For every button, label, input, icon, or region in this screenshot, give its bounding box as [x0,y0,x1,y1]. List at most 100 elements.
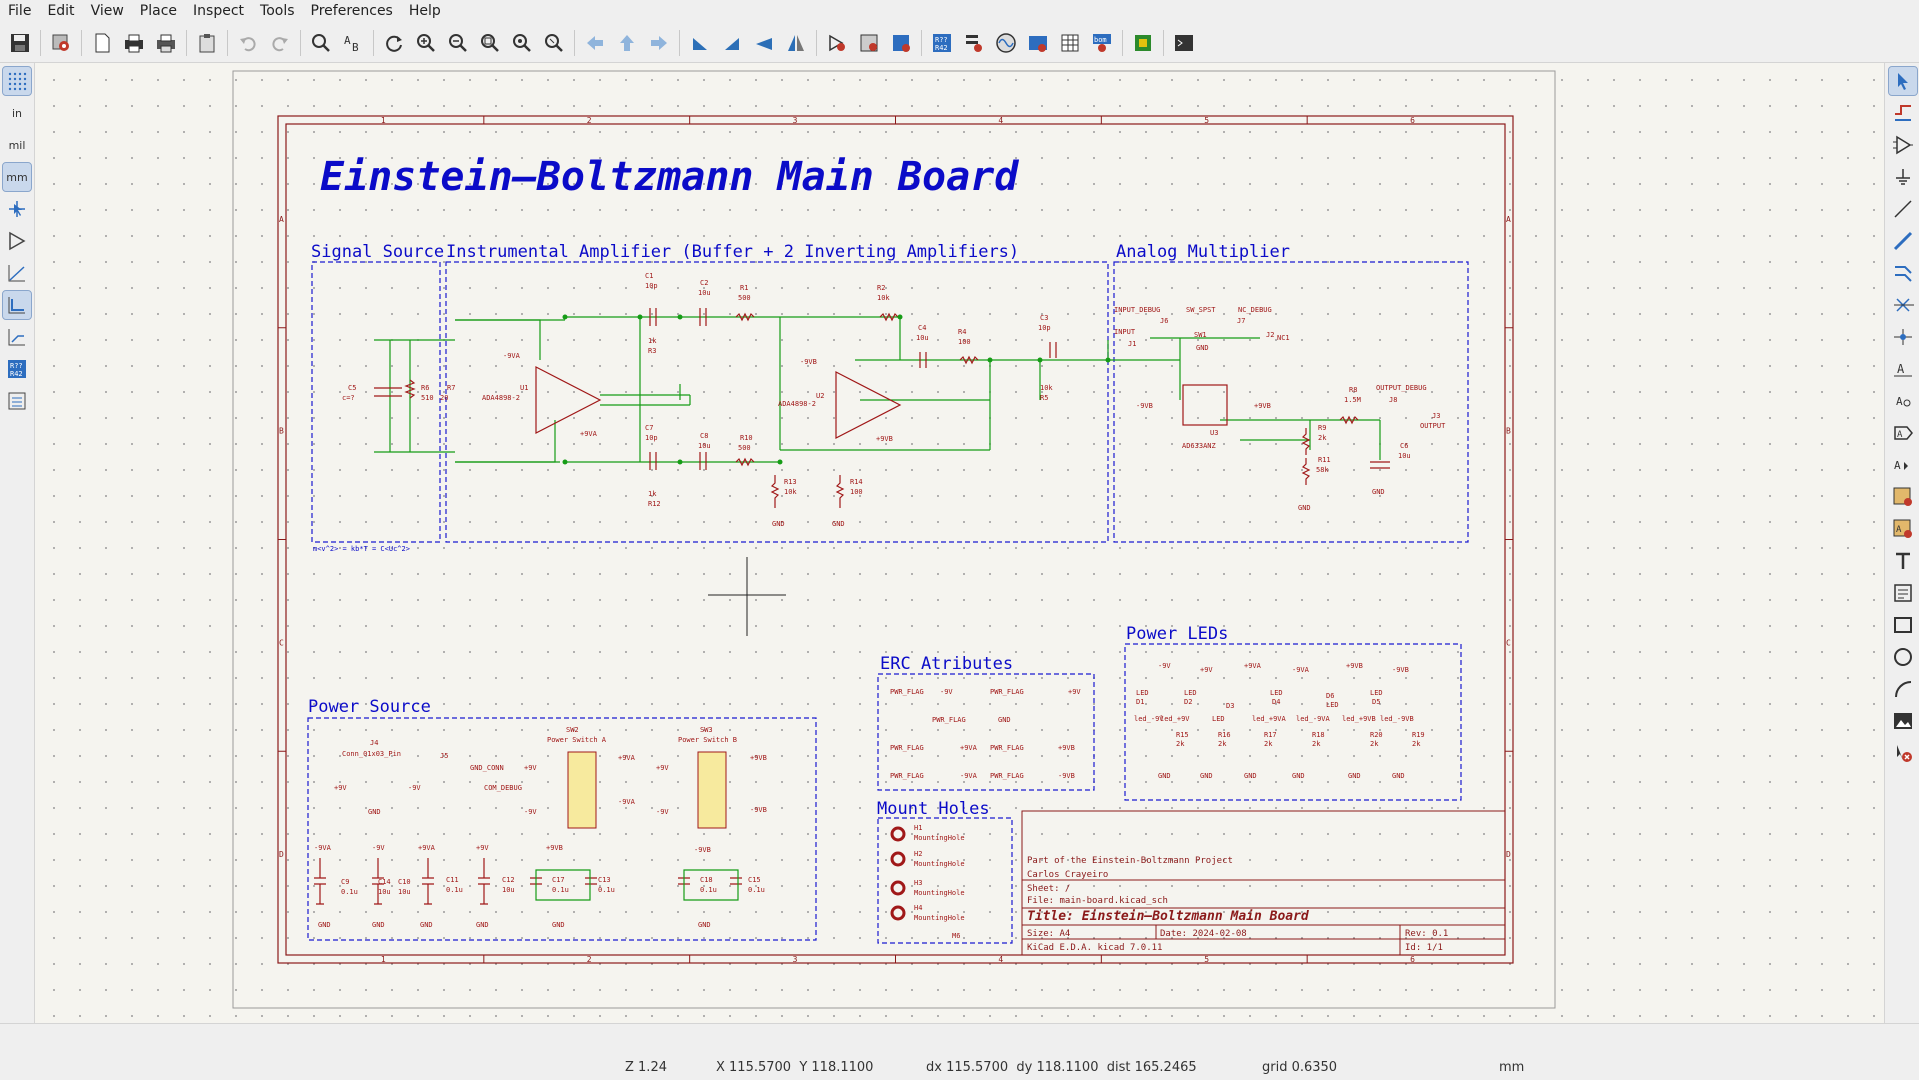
circle-icon[interactable] [1889,643,1917,671]
schematic-setup-icon[interactable] [47,29,75,57]
add-wire-icon[interactable] [1889,195,1917,223]
netlist-icon[interactable] [1024,29,1052,57]
svg-text:+9VB: +9VB [876,435,893,443]
plot-icon[interactable] [152,29,180,57]
find-replace-icon[interactable]: AB [339,29,367,57]
erc-flags: PWR_FLAG -9V PWR_FLAG +9V PWR_FLAG GND PWR_… [890,688,1081,780]
zoom-selection-icon[interactable] [540,29,568,57]
menu-place[interactable]: Place [132,0,185,23]
page-settings-icon[interactable] [88,29,116,57]
footprint-assign-icon[interactable] [887,29,915,57]
annotate-toggle-icon[interactable]: R?? R42 [3,355,31,383]
arc-icon[interactable] [1889,675,1917,703]
simulator-icon[interactable] [992,29,1020,57]
svg-text:led_-9VB: led_-9VB [1380,715,1414,723]
add-text-icon[interactable] [1889,547,1917,575]
erc-icon[interactable] [960,29,988,57]
pcb-editor-icon[interactable] [1129,29,1157,57]
svg-text:-9V: -9V [940,688,953,696]
sheet-symbol-icon[interactable]: A [1889,515,1917,543]
grid-icon[interactable] [2,66,32,96]
units-mm-button[interactable]: mm [2,162,32,192]
redo-icon[interactable] [266,29,294,57]
svg-text:-9VA: -9VA [503,352,521,360]
navigate-forward-icon[interactable] [645,29,673,57]
svg-text:R3: R3 [648,347,656,355]
svg-text:C7: C7 [645,424,653,432]
menu-edit[interactable]: Edit [39,0,82,23]
print-icon[interactable] [120,29,148,57]
paste-icon[interactable] [193,29,221,57]
zoom-out-icon[interactable] [444,29,472,57]
svg-text:+9VB: +9VB [1254,402,1271,410]
bom-generate-icon[interactable]: bom [1088,29,1116,57]
zoom-in-icon[interactable] [412,29,440,57]
add-bus-icon[interactable] [1889,227,1917,255]
navigate-back-icon[interactable] [581,29,609,57]
hier-sheet-icon[interactable]: A [1889,451,1917,479]
frame-row-label: C [1506,638,1511,647]
net-label-icon[interactable]: A [1889,355,1917,383]
highlight-net-icon[interactable] [1889,99,1917,127]
svg-text:10u: 10u [378,888,391,896]
image-icon[interactable] [1889,707,1917,735]
units-mil-button[interactable]: mil [3,131,31,159]
line-mode-free-icon[interactable] [3,259,31,287]
svg-text:OUTPUT: OUTPUT [1420,422,1446,430]
svg-text:10p: 10p [645,282,658,290]
symbol-editor-icon[interactable] [823,29,851,57]
undo-icon[interactable] [234,29,262,57]
mount-hole-ref: H1 [914,824,922,832]
svg-text:+9VA: +9VA [1244,662,1262,670]
menu-preferences[interactable]: Preferences [303,0,401,23]
svg-text:C3: C3 [1040,314,1048,322]
scripting-console-icon[interactable] [1170,29,1198,57]
global-label-icon[interactable]: A [1889,387,1917,415]
line-mode-45-icon[interactable] [3,323,31,351]
bom-icon[interactable] [1056,29,1084,57]
refresh-icon[interactable] [380,29,408,57]
zoom-objects-icon[interactable] [508,29,536,57]
svg-text:C14: C14 [378,878,391,886]
menu-help[interactable]: Help [401,0,449,23]
select-cursor-icon[interactable] [3,195,31,223]
no-connect-icon[interactable] [1889,291,1917,319]
rotate-ccw-icon[interactable] [686,29,714,57]
find-icon[interactable] [307,29,335,57]
title-block: Part of the Einstein-Boltzmann Project C… [1021,810,1506,956]
status-delta: dx 115.5700 dy 118.1100 dist 165.2465 [926,1060,1197,1075]
tb-title: Title: Einstein–Boltzmann Main Board [1027,909,1310,924]
rotate-cw-icon[interactable] [718,29,746,57]
menu-tools[interactable]: Tools [252,0,303,23]
units-inch-button[interactable]: in [3,99,31,127]
mirror-v-icon[interactable] [750,29,778,57]
svg-text:0.1u: 0.1u [598,886,615,894]
navigate-up-icon[interactable] [613,29,641,57]
add-bus-entry-icon[interactable] [1889,259,1917,287]
junction-icon[interactable] [1889,323,1917,351]
line-mode-90-icon[interactable] [2,290,32,320]
mirror-h-icon[interactable] [782,29,810,57]
text-box-icon[interactable] [1889,579,1917,607]
delete-icon[interactable] [1889,739,1917,767]
hierarchy-nav-icon[interactable] [3,387,31,415]
menu-file[interactable]: File [0,0,39,23]
add-power-icon[interactable] [1889,163,1917,191]
svg-text:INPUT_DEBUG: INPUT_DEBUG [1114,306,1160,314]
zoom-fit-icon[interactable] [476,29,504,57]
hierarchical-label-icon[interactable]: A [1889,419,1917,447]
frame-row-label: A [279,215,284,224]
import-sheet-pin-icon[interactable] [1889,483,1917,511]
menu-view[interactable]: View [83,0,132,23]
rectangle-icon[interactable] [1889,611,1917,639]
schematic-canvas[interactable]: 1 1 2 2 3 3 4 4 5 5 6 6 A A B B C C D D Einstein–Boltzmann … [35,63,1884,1023]
annotate-icon[interactable]: R?? R42 [928,29,956,57]
hierarchy-icon[interactable] [3,227,31,255]
svg-text:+9VB: +9VB [750,754,767,762]
select-icon[interactable] [1888,66,1918,96]
symbol-browser-icon[interactable] [855,29,883,57]
mount-hole-value: MountingHole [914,889,965,897]
add-symbol-icon[interactable] [1889,131,1917,159]
save-icon[interactable] [6,29,34,57]
menu-inspect[interactable]: Inspect [185,0,252,23]
